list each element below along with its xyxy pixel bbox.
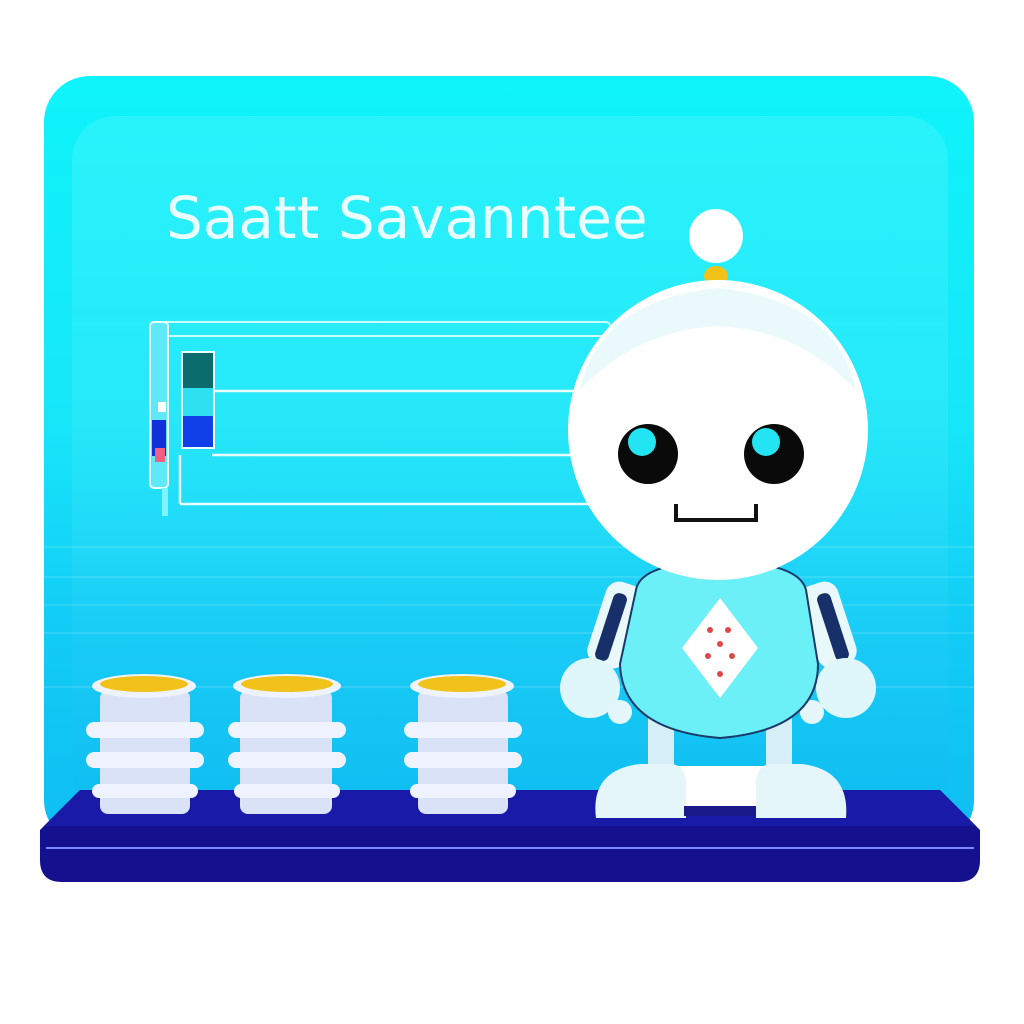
robot-head bbox=[568, 280, 868, 580]
robot-mascot bbox=[560, 209, 876, 818]
illustration-scene: Saatt Savanntee bbox=[0, 0, 1024, 1024]
